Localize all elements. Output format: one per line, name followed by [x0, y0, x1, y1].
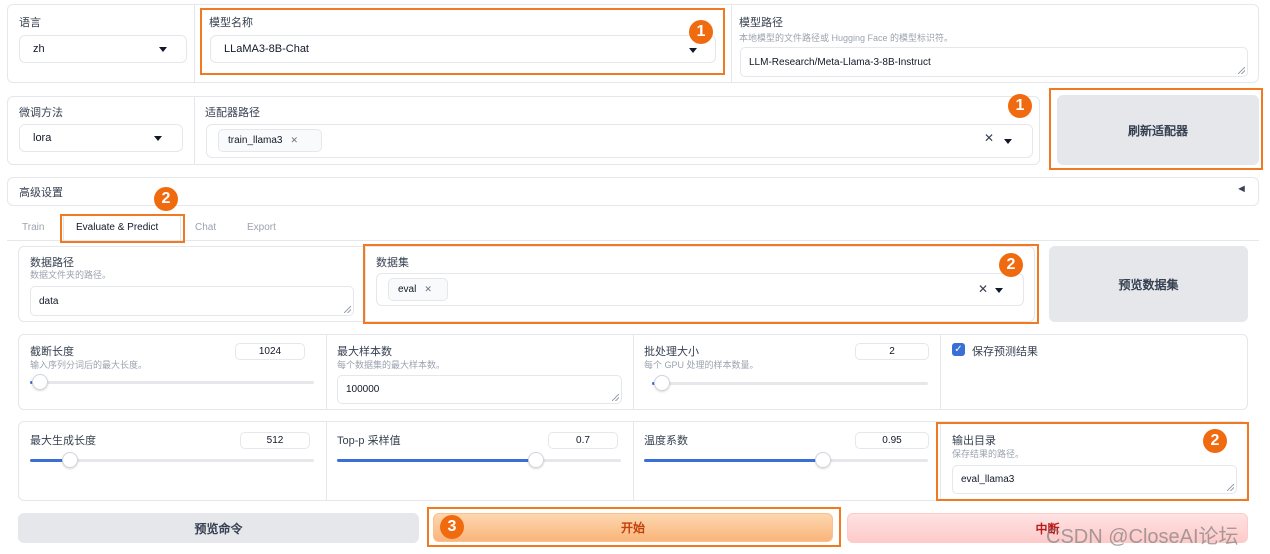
max-samples-value: 100000	[346, 384, 380, 395]
temperature-label: 温度系数	[644, 435, 688, 447]
divider	[194, 5, 195, 82]
max-new-tokens-number-input[interactable]: 512	[240, 432, 310, 449]
annotation-badge-1: 1	[689, 20, 713, 44]
advanced-settings-label: 高级设置	[19, 187, 63, 199]
tab-export[interactable]: Export	[247, 222, 276, 233]
cutoff-hint: 输入序列分词后的最大长度。	[30, 360, 148, 370]
batch-size-slider-handle[interactable]	[654, 375, 670, 391]
divider	[731, 5, 732, 82]
annotation-box-refresh-adapter	[1049, 88, 1263, 170]
model-path-value: LLM-Research/Meta-Llama-3-8B-Instruct	[749, 56, 931, 68]
batch-size-number-input[interactable]: 2	[855, 343, 929, 360]
collapse-arrow-icon[interactable]: ◄	[1236, 183, 1247, 195]
cutoff-slider-handle[interactable]	[32, 374, 48, 390]
cutoff-number-input[interactable]: 1024	[235, 343, 305, 360]
language-label: 语言	[19, 17, 41, 29]
finetune-method-label: 微调方法	[19, 107, 63, 119]
divider	[633, 422, 634, 500]
annotation-badge-2: 2	[154, 187, 178, 211]
annotation-badge-2: 2	[999, 253, 1023, 277]
divider	[633, 335, 634, 409]
top-p-slider-handle[interactable]	[527, 452, 544, 468]
annotation-box-start	[427, 507, 841, 547]
close-icon[interactable]: ✕	[290, 135, 298, 146]
model-path-input[interactable]: LLM-Research/Meta-Llama-3-8B-Instruct	[740, 47, 1248, 77]
chevron-down-icon	[1004, 139, 1012, 144]
annotation-box-output-dir	[936, 422, 1249, 501]
language-select[interactable]: zh	[19, 35, 187, 63]
max-new-tokens-slider-handle[interactable]	[61, 452, 78, 468]
batch-size-hint: 每个 GPU 处理的样本数量。	[644, 360, 759, 370]
clear-icon[interactable]: ✕	[984, 131, 994, 145]
data-dir-input[interactable]: data	[30, 286, 354, 316]
max-new-tokens-label: 最大生成长度	[30, 435, 96, 447]
tab-underline	[7, 240, 1259, 241]
preview-command-button[interactable]: 预览命令	[18, 513, 419, 543]
adapter-tag-label: train_llama3	[228, 135, 283, 146]
top-p-slider[interactable]	[337, 452, 621, 468]
language-value: zh	[33, 43, 45, 55]
resize-handle-icon[interactable]	[344, 306, 351, 313]
save-predictions-label: 保存预测结果	[972, 346, 1038, 358]
top-p-slider-fill	[337, 459, 536, 462]
divider	[326, 335, 327, 409]
data-dir-value: data	[39, 295, 59, 307]
advanced-settings-accordion[interactable]	[7, 177, 1259, 206]
top-p-label: Top-p 采样值	[337, 435, 401, 447]
batch-size-slider[interactable]	[652, 375, 928, 391]
max-new-tokens-slider[interactable]	[30, 452, 314, 468]
adapter-tag[interactable]: train_llama3 ✕	[218, 129, 322, 152]
cutoff-slider[interactable]	[30, 374, 314, 390]
watermark: CSDN @CloseAI论坛	[1046, 526, 1239, 548]
divider	[326, 422, 327, 500]
adapter-path-select[interactable]	[206, 124, 1033, 158]
adapter-path-label: 适配器路径	[205, 107, 260, 119]
temperature-slider-handle[interactable]	[814, 452, 831, 468]
params-panel-1	[18, 334, 1248, 410]
max-samples-hint: 每个数据集的最大样本数。	[337, 360, 446, 370]
tab-chat[interactable]: Chat	[195, 222, 216, 233]
resize-handle-icon[interactable]	[612, 394, 619, 401]
annotation-box-eval-tab	[60, 214, 185, 243]
preview-dataset-button[interactable]: 预览数据集	[1049, 246, 1248, 322]
finetune-method-value: lora	[33, 132, 52, 144]
save-predictions-checkbox[interactable]: ✓	[952, 343, 965, 356]
batch-size-label: 批处理大小	[644, 346, 699, 358]
divider	[194, 97, 195, 164]
temperature-number-input[interactable]: 0.95	[855, 432, 929, 449]
top-p-number-input[interactable]: 0.7	[548, 432, 618, 449]
chevron-down-icon	[159, 47, 167, 52]
tab-train[interactable]: Train	[22, 222, 44, 233]
data-dir-hint: 数据文件夹的路径。	[30, 270, 112, 280]
model-path-label: 模型路径	[739, 17, 783, 29]
annotation-box-model-name	[200, 8, 725, 75]
cutoff-label: 截断长度	[30, 346, 74, 358]
max-samples-input[interactable]: 100000	[337, 375, 622, 404]
annotation-badge-1: 1	[1008, 94, 1032, 118]
resize-handle-icon[interactable]	[1238, 67, 1245, 74]
divider	[940, 335, 941, 409]
model-path-hint: 本地模型的文件路径或 Hugging Face 的模型标识符。	[739, 33, 954, 43]
temperature-slider[interactable]	[644, 452, 928, 468]
annotation-box-dataset	[363, 244, 1039, 324]
temperature-slider-fill	[644, 459, 823, 462]
annotation-badge-3: 3	[440, 515, 464, 539]
max-samples-label: 最大样本数	[337, 346, 392, 358]
annotation-badge-2: 2	[1203, 429, 1227, 453]
chevron-down-icon	[154, 136, 162, 141]
finetune-method-select[interactable]: lora	[19, 124, 183, 152]
